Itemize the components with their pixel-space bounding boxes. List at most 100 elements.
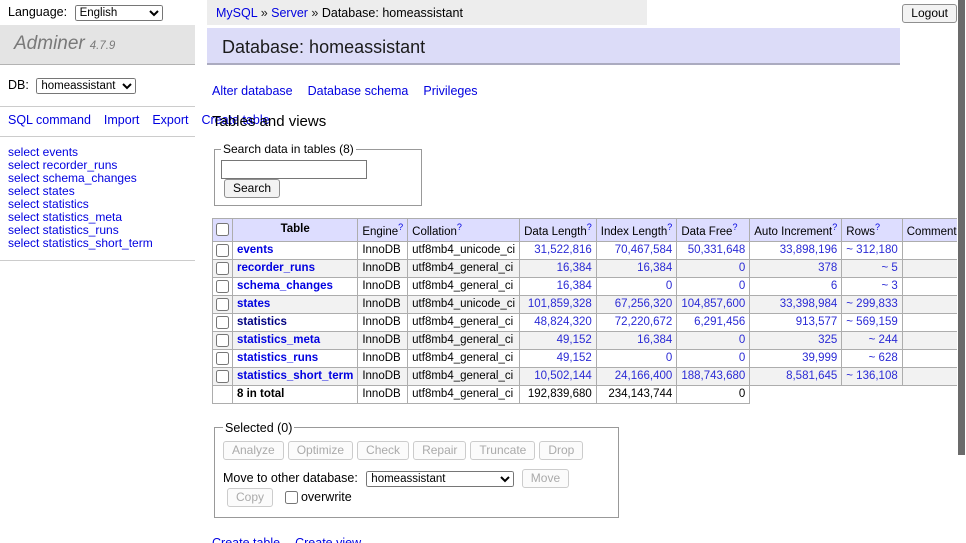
adminer-app: Language: English Adminer4.7.9 DB: homea… — [0, 0, 966, 543]
data-free-cell: 188,743,680 — [677, 367, 750, 385]
logout-button[interactable]: Logout — [902, 4, 957, 23]
select-all-cell — [213, 219, 233, 242]
app-name: Adminer — [14, 33, 85, 54]
sidebar-actions: SQL commandImportExportCreate table — [0, 106, 195, 137]
main-content: Alter databaseDatabase schemaPrivileges … — [212, 66, 912, 543]
column-header-auto-increment: Auto Increment? — [750, 219, 842, 242]
row-checkbox-statistics[interactable] — [216, 316, 229, 329]
db-select[interactable]: homeassistant — [36, 78, 136, 94]
link-alter-database[interactable]: Alter database — [212, 84, 293, 98]
index-length-cell: 24,166,400 — [596, 367, 677, 385]
tables-tbody: eventsInnoDButf8mb4_unicode_ci31,522,816… — [213, 241, 966, 403]
search-fieldset: Search data in tables (8) Search — [214, 142, 422, 206]
optimize-button[interactable]: Optimize — [288, 441, 353, 460]
drop-button[interactable]: Drop — [539, 441, 583, 460]
help-icon[interactable]: ? — [832, 222, 837, 232]
sidebar-action-export[interactable]: Export — [152, 113, 188, 127]
column-header-data-free: Data Free? — [677, 219, 750, 242]
table-link-statistics_runs[interactable]: statistics_runs — [237, 352, 318, 364]
search-input[interactable] — [221, 160, 367, 179]
repair-button[interactable]: Repair — [413, 441, 466, 460]
table-link-statistics_short_term[interactable]: statistics_short_term — [237, 370, 353, 382]
copy-button[interactable]: Copy — [227, 488, 273, 507]
row-checkbox-statistics_runs[interactable] — [216, 352, 229, 365]
row-checkbox-statistics_short_term[interactable] — [216, 370, 229, 383]
rows-cell: ~ 569,159 — [842, 313, 902, 331]
check-button[interactable]: Check — [357, 441, 409, 460]
table-row-schema_changes: schema_changesInnoDButf8mb4_general_ci16… — [213, 277, 966, 295]
move-button[interactable]: Move — [522, 469, 569, 488]
truncate-button[interactable]: Truncate — [470, 441, 535, 460]
row-checkbox-states[interactable] — [216, 298, 229, 311]
scrollbar-track — [957, 0, 966, 543]
data-free-cell: 50,331,648 — [677, 241, 750, 259]
help-icon[interactable]: ? — [875, 222, 880, 232]
select-all-checkbox[interactable] — [216, 223, 229, 236]
table-link-events[interactable]: events — [237, 244, 273, 256]
column-label: Collation — [412, 226, 457, 238]
sidebar-action-import[interactable]: Import — [104, 113, 139, 127]
link-privileges[interactable]: Privileges — [423, 84, 477, 98]
move-label: Move to other database: — [223, 471, 358, 485]
column-label: Data Free — [681, 226, 732, 238]
data-free-cell: 6,291,456 — [677, 313, 750, 331]
page-title: Database: homeassistant — [207, 28, 900, 65]
help-icon[interactable]: ? — [398, 222, 403, 232]
index-length-cell: 16,384 — [596, 259, 677, 277]
auto-increment-cell: 913,577 — [750, 313, 842, 331]
db-label: DB: — [8, 78, 29, 92]
total-ghost-cell — [750, 385, 966, 403]
help-icon[interactable]: ? — [587, 222, 592, 232]
move-db-select[interactable]: homeassistant — [366, 471, 514, 487]
table-row-statistics_short_term: statistics_short_termInnoDButf8mb4_gener… — [213, 367, 966, 385]
collation-cell: utf8mb4_unicode_ci — [408, 241, 520, 259]
data-length-cell: 16,384 — [520, 259, 597, 277]
help-icon[interactable]: ? — [732, 222, 737, 232]
total-data-free-cell: 0 — [677, 385, 750, 403]
engine-cell: InnoDB — [358, 259, 408, 277]
link-create-view[interactable]: Create view — [295, 536, 361, 543]
rows-cell: ~ 3 — [842, 277, 902, 295]
language-select[interactable]: English — [75, 5, 163, 21]
help-sup: ? — [732, 222, 737, 233]
row-checkbox-events[interactable] — [216, 244, 229, 257]
row-checkbox-schema_changes[interactable] — [216, 280, 229, 293]
help-icon[interactable]: ? — [457, 222, 462, 232]
overwrite-checkbox[interactable] — [285, 491, 298, 504]
sidebar-select-statistics-short-term[interactable]: select statistics_short_term — [8, 237, 187, 250]
breadcrumb: MySQL » Server » Database: homeassistant — [207, 0, 647, 25]
table-link-schema_changes[interactable]: schema_changes — [237, 280, 333, 292]
row-checkbox-recorder_runs[interactable] — [216, 262, 229, 275]
data-free-cell: 0 — [677, 259, 750, 277]
data-length-cell: 49,152 — [520, 349, 597, 367]
table-link-recorder_runs[interactable]: recorder_runs — [237, 262, 315, 274]
engine-cell: InnoDB — [358, 295, 408, 313]
create-links: Create table Create view — [212, 536, 912, 543]
help-icon[interactable]: ? — [667, 222, 672, 232]
search-button[interactable]: Search — [224, 179, 280, 198]
breadcrumb-link-server[interactable]: Server — [271, 6, 308, 20]
analyze-button[interactable]: Analyze — [223, 441, 284, 460]
table-link-statistics[interactable]: statistics — [237, 316, 287, 328]
engine-cell: InnoDB — [358, 313, 408, 331]
sidebar-action-sql-command[interactable]: SQL command — [8, 113, 91, 127]
link-create-table[interactable]: Create table — [212, 536, 280, 543]
rows-cell: ~ 299,833 — [842, 295, 902, 313]
search-legend: Search data in tables (8) — [221, 142, 356, 156]
breadcrumb-link-mysql[interactable]: MySQL — [216, 6, 257, 20]
table-link-states[interactable]: states — [237, 298, 270, 310]
engine-cell: InnoDB — [358, 277, 408, 295]
rows-cell: ~ 5 — [842, 259, 902, 277]
language-label: Language: — [8, 5, 67, 19]
data-length-cell: 31,522,816 — [520, 241, 597, 259]
checkbox-cell — [213, 241, 233, 259]
index-length-cell: 70,467,584 — [596, 241, 677, 259]
engine-cell: InnoDB — [358, 367, 408, 385]
link-database-schema[interactable]: Database schema — [308, 84, 409, 98]
table-link-statistics_meta[interactable]: statistics_meta — [237, 334, 320, 346]
table-row-statistics_meta: statistics_metaInnoDButf8mb4_general_ci4… — [213, 331, 966, 349]
help-sup: ? — [398, 222, 403, 233]
scrollbar-thumb[interactable] — [958, 0, 965, 455]
data-length-cell: 16,384 — [520, 277, 597, 295]
row-checkbox-statistics_meta[interactable] — [216, 334, 229, 347]
